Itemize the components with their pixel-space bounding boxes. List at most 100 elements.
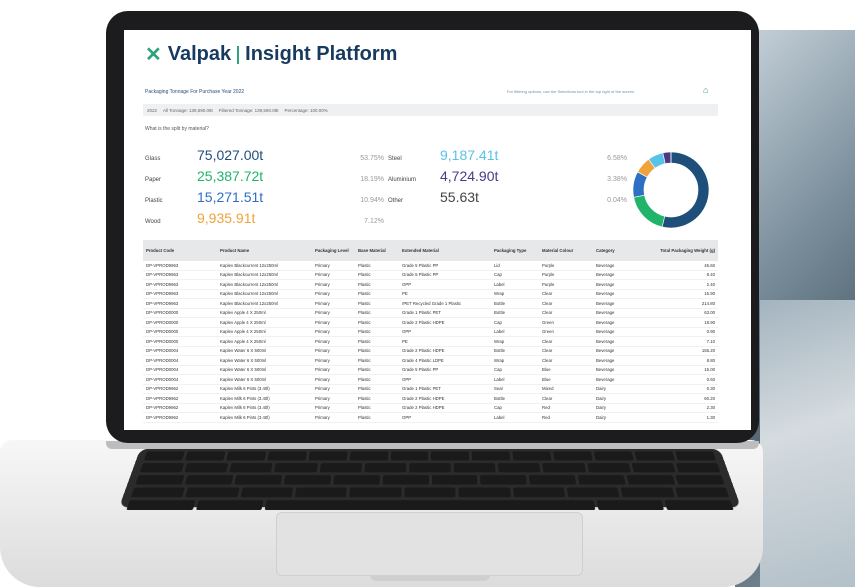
material-row-wood: Wood 9,935.91t 7.12% (145, 210, 384, 226)
table-row[interactable]: DP-VPROD0004 Kaplev Water 6 X 500ml Primar… (143, 356, 718, 366)
table-cell: Grade 2 Plastic HDPE (402, 405, 445, 411)
summary-percentage: Percentage: 100.00% (284, 107, 328, 113)
table-cell: Plastic (358, 386, 371, 392)
table-row[interactable]: DP-VPROD9962 Kaplev Milk 6 Pints (3.40l) P… (143, 413, 718, 423)
table-cell: Wrap (494, 291, 505, 297)
table-cell: Primary (315, 281, 330, 287)
table-cell: Cap (494, 272, 502, 278)
table-body: DP-VPROD9963 Kaplev Blackcurrent 12x250ml… (143, 261, 718, 423)
table-row[interactable]: DP-VPROD9962 Kaplev Milk 6 Pints (3.40l) P… (143, 404, 718, 413)
table-cell: Kaplev Blackcurrent 12x250ml (220, 291, 279, 297)
table-header-cell[interactable]: Packaging Level (312, 248, 355, 253)
table-cell: 15.90 (704, 291, 715, 297)
material-value: 75,027.00t (197, 147, 264, 163)
table-row[interactable]: DP-VPROD0004 Kaplev Water 6 X 500ml Primar… (143, 375, 718, 385)
table-header-cell[interactable]: Product Name (217, 248, 312, 253)
material-percentage: 3.38% (607, 176, 627, 183)
table-cell: Plastic (358, 348, 371, 354)
table-cell: DP-VPROD9962 (146, 386, 179, 392)
table-cell: Kaplev Milk 6 Pints (3.40l) (220, 395, 270, 401)
donut-slice-glass[interactable] (661, 151, 710, 229)
table-header-cell[interactable]: Base Material (355, 248, 399, 253)
material-percentage: 0.04% (607, 197, 627, 204)
material-value: 25,387.72t (197, 168, 264, 184)
table-header-row: Product Code Product Name Packaging Level B… (143, 240, 718, 261)
table-cell: Primary (315, 262, 330, 268)
table-cell: Plastic (358, 367, 371, 373)
laptop-screen: ✕ Valpak Insight Platform Packaging Tonn… (124, 30, 751, 430)
table-row[interactable]: DP-VPROD0000 Kaplev Apple 4 X 250ml Primar… (143, 328, 718, 337)
table-cell: 2.40 (706, 281, 715, 287)
table-cell: Kaplev Blackcurrent 12x250ml (220, 281, 279, 287)
table-cell: DP-VPROD9962 (146, 405, 179, 411)
table-row[interactable]: DP-VPROD9963 Kaplev Blackcurrent 12x250ml… (143, 290, 718, 299)
filter-hint: For filtering options, use the Selection… (507, 89, 635, 94)
table-cell: Blue (542, 376, 551, 382)
table-cell: Label (494, 414, 505, 420)
table-cell: Bottle (494, 348, 505, 354)
table-cell: Label (494, 376, 505, 382)
home-icon[interactable]: ⌂ (703, 85, 708, 95)
table-header-cell[interactable]: Material Colour (539, 248, 593, 253)
table-row[interactable]: DP-VPROD9962 Kaplev Milk 6 Pints (3.40l) P… (143, 394, 718, 404)
table-cell: Clear (542, 338, 553, 344)
table-cell: Kaplev Blackcurrent 12x250ml (220, 272, 279, 278)
table-cell: Beverage (596, 357, 615, 363)
table-cell: Plastic (358, 281, 371, 287)
table-row[interactable]: DP-VPROD0000 Kaplev Apple 4 X 250ml Primar… (143, 309, 718, 318)
table-cell: Bottle (494, 310, 505, 316)
table-cell: Primary (315, 291, 330, 297)
material-donut-chart[interactable] (629, 148, 713, 232)
report-title: Packaging Tonnage For Purchase Year 2022 (145, 89, 245, 95)
table-cell: Plastic (358, 310, 371, 316)
table-cell: Seal (494, 386, 503, 392)
table-row[interactable]: DP-VPROD9963 Kaplev Blackcurrent 12x250ml… (143, 280, 718, 290)
material-label: Aluminium (388, 177, 417, 183)
material-label: Glass (145, 156, 161, 162)
table-row[interactable]: DP-VPROD0000 Kaplev Apple 4 X 250ml Primar… (143, 318, 718, 328)
table-header-cell[interactable]: Packaging Type (491, 248, 539, 253)
table-cell: 63.00 (704, 310, 715, 316)
valpak-x-logo-icon: ✕ (145, 44, 162, 66)
table-cell: PE (402, 338, 408, 344)
table-cell: Primary (315, 386, 330, 392)
table-cell: Plastic (358, 262, 371, 268)
table-cell: Grade 4 Plastic LDPE (402, 357, 444, 363)
donut-slice-paper[interactable] (633, 194, 666, 228)
table-cell: Cap (494, 367, 502, 373)
table-header-cell[interactable]: Extended Material (399, 248, 491, 253)
table-cell: Blue (542, 367, 551, 373)
material-label: Plastic (145, 198, 163, 204)
material-label: Other (388, 198, 404, 204)
table-cell: Beverage (596, 291, 615, 297)
table-header-cell[interactable]: Product Code (143, 248, 217, 253)
table-cell: Primary (315, 405, 330, 411)
table-cell: Green (542, 329, 554, 335)
table-cell: Wrap (494, 338, 505, 344)
table-cell: Dairy (596, 386, 607, 392)
table-row[interactable]: DP-VPROD9963 Kaplev Blackcurrent 12x250ml… (143, 261, 718, 271)
table-cell: Clear (542, 395, 553, 401)
table-cell: Wrap (494, 357, 505, 363)
material-label: Paper (145, 177, 162, 183)
table-row[interactable]: DP-VPROD0004 Kaplev Water 6 X 500ml Primar… (143, 366, 718, 375)
table-cell: Grade 2 Plastic HDPE (402, 348, 445, 354)
table-header-cell[interactable]: Total Packaging Weight (g) (643, 248, 718, 253)
brand-logo[interactable]: ✕ Valpak Insight Platform (145, 42, 397, 67)
table-cell: 60.20 (704, 395, 715, 401)
table-header-cell[interactable]: Category (593, 248, 643, 253)
material-label: Steel (388, 156, 402, 162)
table-row[interactable]: DP-VPROD0004 Kaplev Water 6 X 500ml Primar… (143, 347, 718, 356)
table-cell: Clear (542, 348, 553, 354)
material-label: Wood (145, 219, 161, 225)
table-cell: Primary (315, 272, 330, 278)
material-percentage: 6.58% (607, 155, 627, 162)
table-row[interactable]: DP-VPROD9963 Kaplev Blackcurrent 12x250ml… (143, 299, 718, 309)
table-row[interactable]: DP-VPROD9963 Kaplev Blackcurrent 12x250ml… (143, 271, 718, 280)
material-value: 9,187.41t (440, 147, 499, 163)
table-cell: DP-VPROD0000 (146, 329, 179, 335)
table-cell: Beverage (596, 329, 615, 335)
table-row[interactable]: DP-VPROD0000 Kaplev Apple 4 X 250ml Primar… (143, 337, 718, 347)
table-row[interactable]: DP-VPROD9962 Kaplev Milk 6 Pints (3.40l) P… (143, 385, 718, 394)
table-cell: Purple (542, 281, 555, 287)
